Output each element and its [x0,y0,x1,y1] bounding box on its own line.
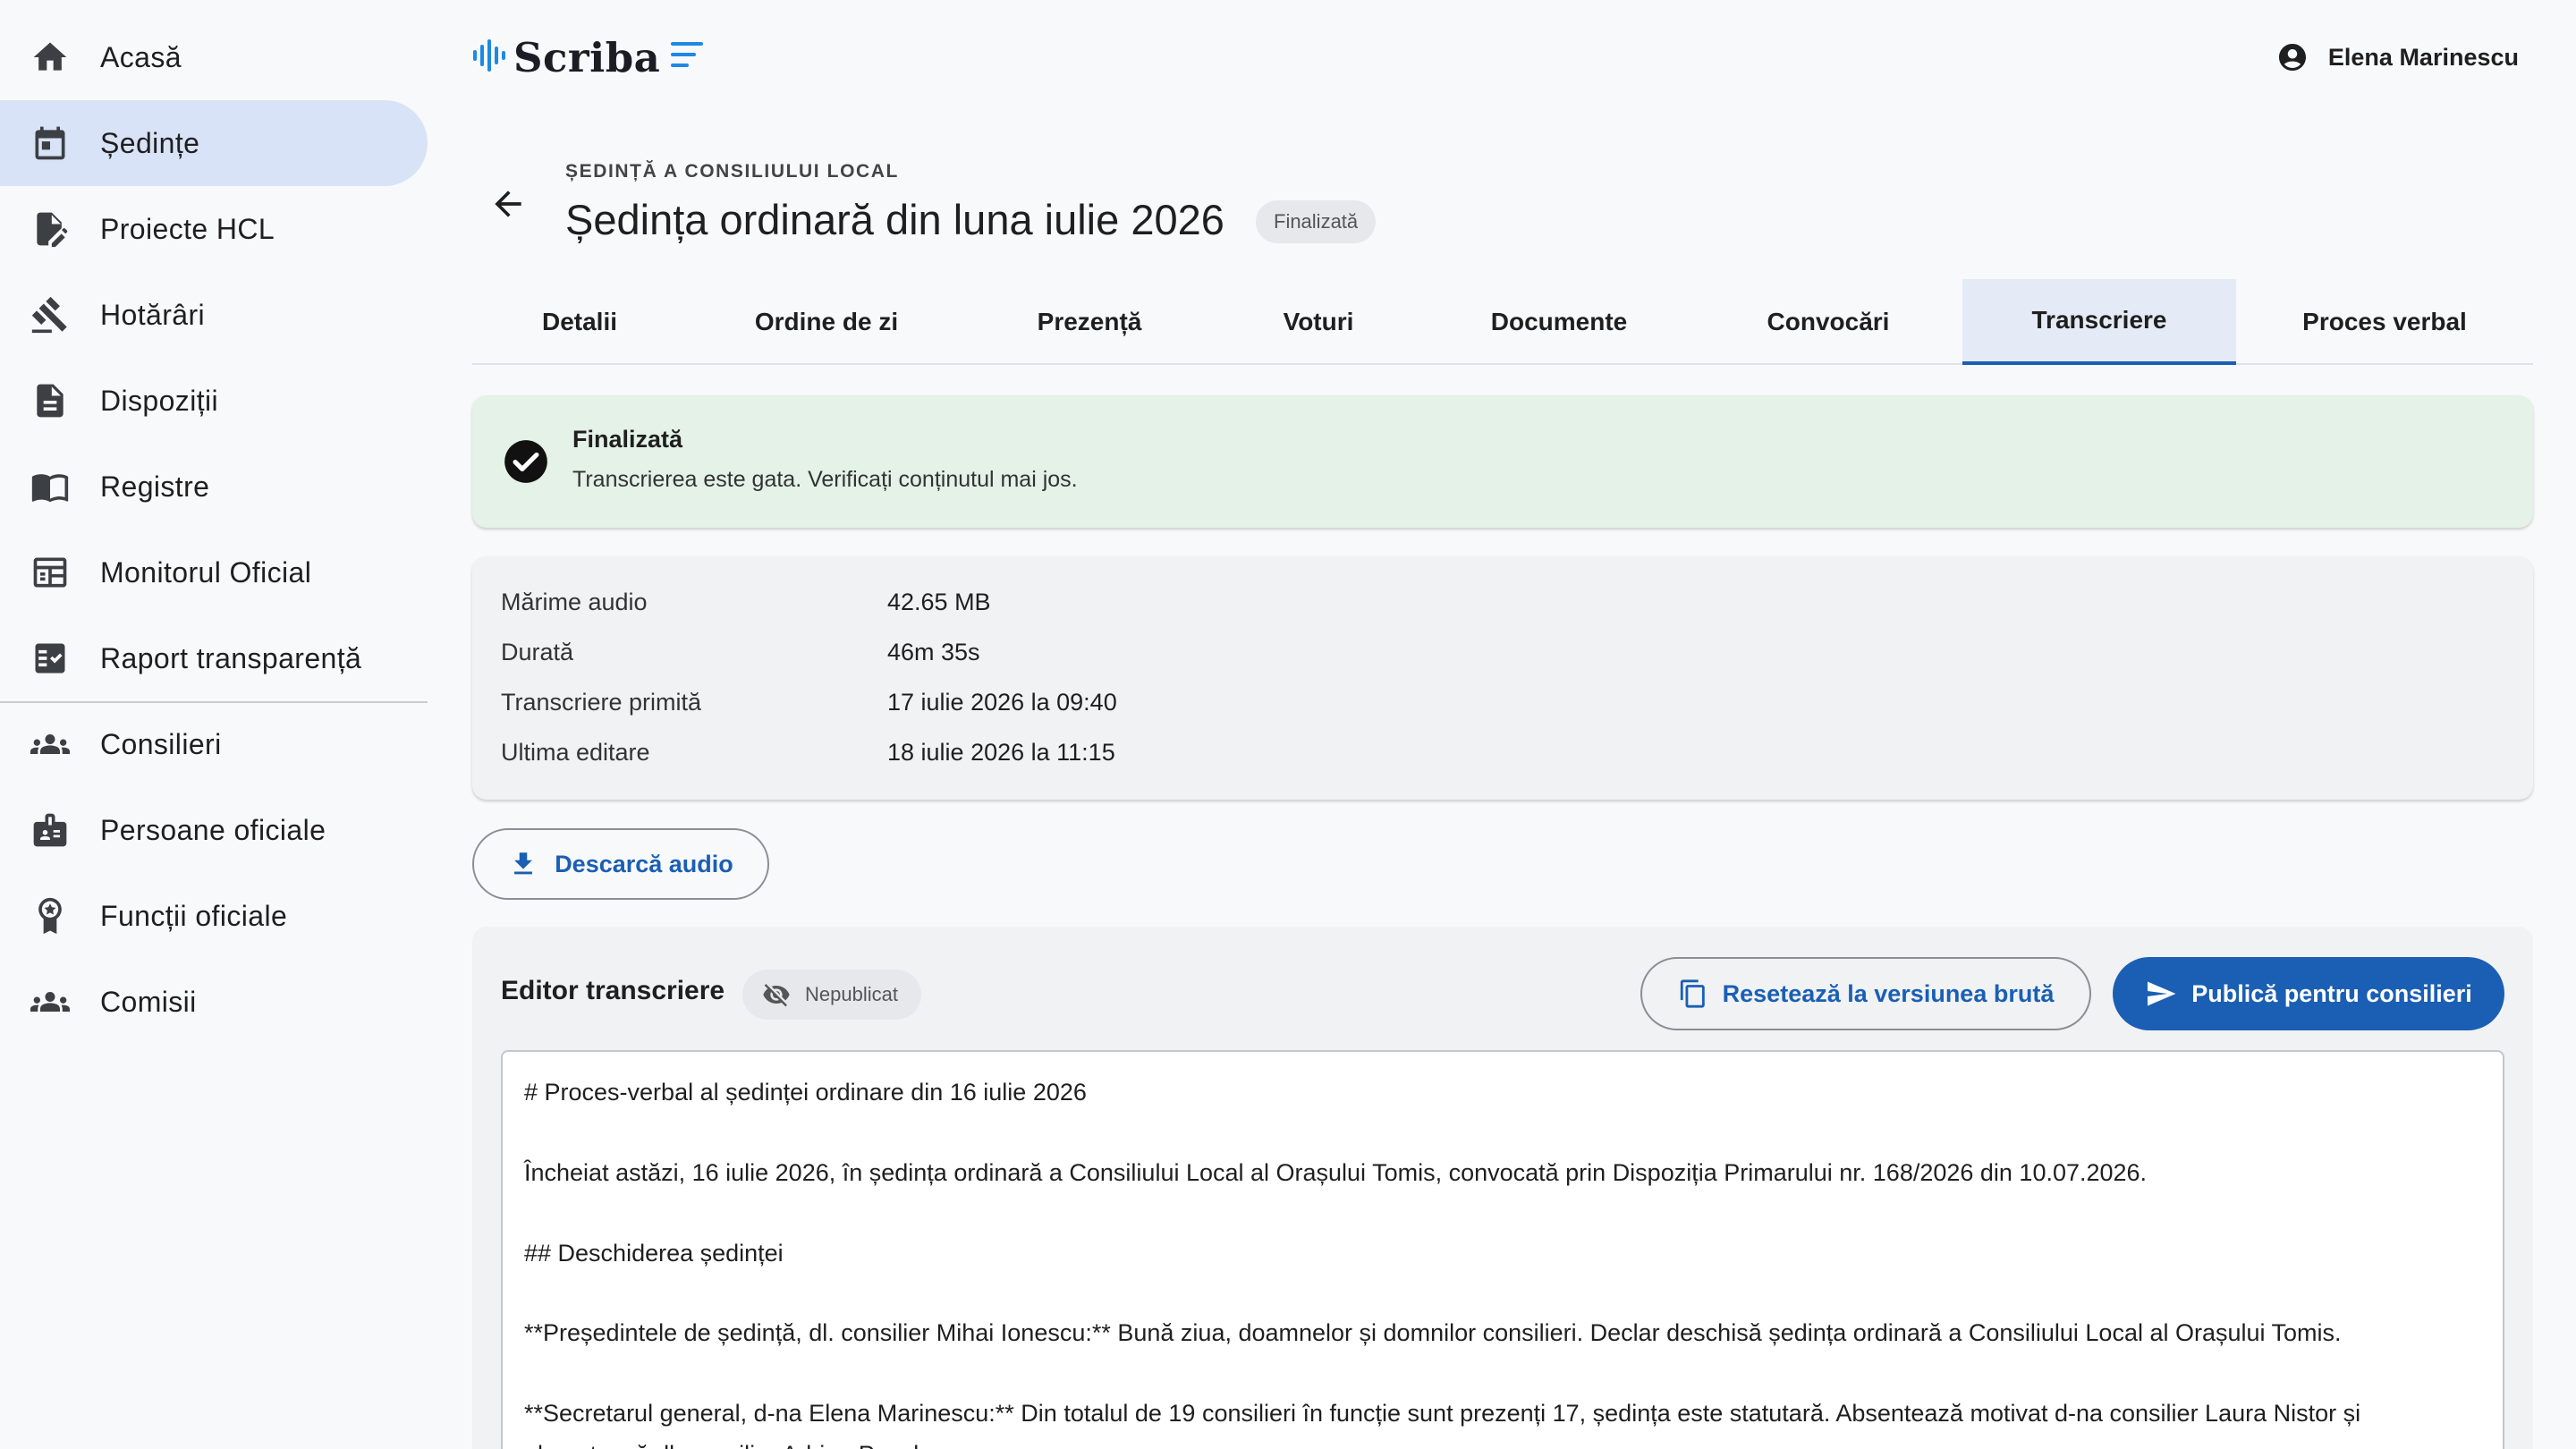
tab-proces-verbal[interactable]: Proces verbal [2236,279,2533,365]
tab-prezenta[interactable]: Prezență [966,279,1213,365]
book-icon [29,465,72,508]
user-name: Elena Marinescu [2327,43,2519,71]
download-audio-button[interactable]: Descarcă audio [472,828,769,900]
arrow-back-icon [495,191,521,217]
tab-detalii[interactable]: Detalii [472,279,687,365]
tab-transcriere[interactable]: Transcriere [1962,279,2236,365]
info-value: 17 iulie 2026 la 09:40 [887,689,1117,716]
group-icon [29,980,72,1023]
newspaper-icon [29,551,72,594]
send-icon [2148,981,2176,1006]
sidebar-item-comisii[interactable]: Comisii [0,959,428,1045]
visibility-off-icon [763,984,790,1007]
sidebar-item-label: Ședințe [100,126,200,159]
sidebar-item-label: Raport transparență [100,641,362,674]
sidebar-item-label: Consilieri [100,727,222,760]
sidebar-item-persoane-oficiale[interactable]: Persoane oficiale [0,787,428,873]
tab-convocari[interactable]: Convocări [1694,279,1962,365]
sidebar-item-registre[interactable]: Registre [0,444,428,530]
edit-document-icon [29,208,72,250]
gavel-icon [29,293,72,336]
tab-bar: Detalii Ordine de zi Prezență Voturi Doc… [472,279,2533,365]
status-badge: Finalizată [1256,200,1377,243]
publish-label: Publică pentru consilieri [2191,979,2472,1007]
transcription-status-alert: Finalizată Transcrierea este gata. Verif… [472,395,2533,528]
document-icon [29,379,72,422]
sidebar-item-dispozitii[interactable]: Dispoziții [0,358,428,444]
sidebar-item-label: Hotărâri [100,298,206,331]
sidebar-item-monitorul-oficial[interactable]: Monitorul Oficial [0,530,428,615]
sidebar-item-acasa[interactable]: Acasă [0,14,428,100]
sidebar-item-functii-oficiale[interactable]: Funcții oficiale [0,873,428,959]
sidebar-item-label: Funcții oficiale [100,899,288,932]
info-label: Transcriere primită [501,689,702,716]
sidebar-item-label: Persoane oficiale [100,813,326,846]
editor-line: **Președintele de ședință, dl. consilier… [524,1319,2342,1346]
editor-line: ## Deschiderea ședinței [524,1240,784,1267]
tab-documente[interactable]: Documente [1424,279,1694,365]
award-icon [29,894,72,937]
editor-title: Editor transcriere [501,976,725,1005]
sidebar-item-sedinte[interactable]: Ședințe [0,100,428,186]
sidebar-item-label: Dispoziții [100,384,219,417]
info-label: Durată [501,639,574,665]
text-lines-icon [660,40,705,75]
publish-status-label: Nepublicat [805,983,898,1005]
account-circle-icon [2278,44,2306,71]
user-menu[interactable]: Elena Marinescu [2276,32,2519,82]
tab-voturi[interactable]: Voturi [1213,279,1424,365]
editor-line: absentează dl. consilier Adrian Pavel. [524,1434,2474,1449]
audio-info-card: Mărime audio 42.65 MB Durată 46m 35s Tra… [472,556,2533,800]
sidebar-item-label: Proiecte HCL [100,212,275,245]
sidebar-item-hotarari[interactable]: Hotărâri [0,272,428,358]
page-title: Ședința ordinară din luna iulie 2026 [565,196,1224,243]
publish-button[interactable]: Publică pentru consilieri [2113,957,2504,1030]
brand-name: Scriba [513,33,661,81]
status-message: Transcrierea este gata. Verificați conți… [572,467,1078,492]
download-icon [514,852,533,875]
editor-line: **Secretarul general, d-na Elena Marines… [524,1400,2361,1427]
checklist-icon [29,637,72,680]
publish-status-badge: Nepublicat [742,970,921,1020]
sidebar-item-label: Comisii [100,985,197,1018]
info-label: Ultima editare [501,739,650,766]
check-circle-icon [504,440,547,483]
sidebar-item-consilieri[interactable]: Consilieri [0,701,428,787]
editor-line: # Proces-verbal al ședinței ordinare din… [524,1079,1087,1106]
info-value: 18 iulie 2026 la 11:15 [887,739,1115,766]
sidebar-item-proiecte-hcl[interactable]: Proiecte HCL [0,186,428,272]
sidebar-item-label: Acasă [100,40,182,73]
status-title: Finalizată [572,426,683,453]
sidebar-item-label: Monitorul Oficial [100,555,312,589]
info-value: 46m 35s [887,639,980,665]
info-value: 42.65 MB [887,589,991,615]
badge-icon [29,809,72,852]
sidebar-item-label: Registre [100,470,210,503]
editor-line: Încheiat astăzi, 16 iulie 2026, în ședin… [524,1159,2148,1186]
transcript-textarea[interactable]: # Proces-verbal al ședinței ordinare din… [501,1050,2504,1449]
page-eyebrow: ȘEDINȚĂ A CONSILIULUI LOCAL [565,161,899,182]
sidebar-item-raport-transparenta[interactable]: Raport transparență [0,615,428,701]
group-icon [29,723,72,766]
download-audio-label: Descarcă audio [555,850,733,877]
transcript-editor-card: Editor transcriere Nepublicat Resetează … [472,927,2533,1449]
sidebar: Acasă Ședințe Proiecte HCL Hotărâri Disp… [0,0,429,1449]
brand-logo[interactable]: Scriba [472,32,705,82]
home-icon [29,36,72,79]
back-button[interactable] [483,179,533,229]
info-label: Mărime audio [501,589,648,615]
reset-label: Resetează la versiunea brută [1722,979,2055,1007]
tab-ordine-de-zi[interactable]: Ordine de zi [687,279,966,365]
reset-to-raw-button[interactable]: Resetează la versiunea brută [1640,957,2091,1030]
calendar-icon [29,122,72,165]
copy-icon [1680,979,1705,1008]
audio-wave-icon [472,38,506,78]
